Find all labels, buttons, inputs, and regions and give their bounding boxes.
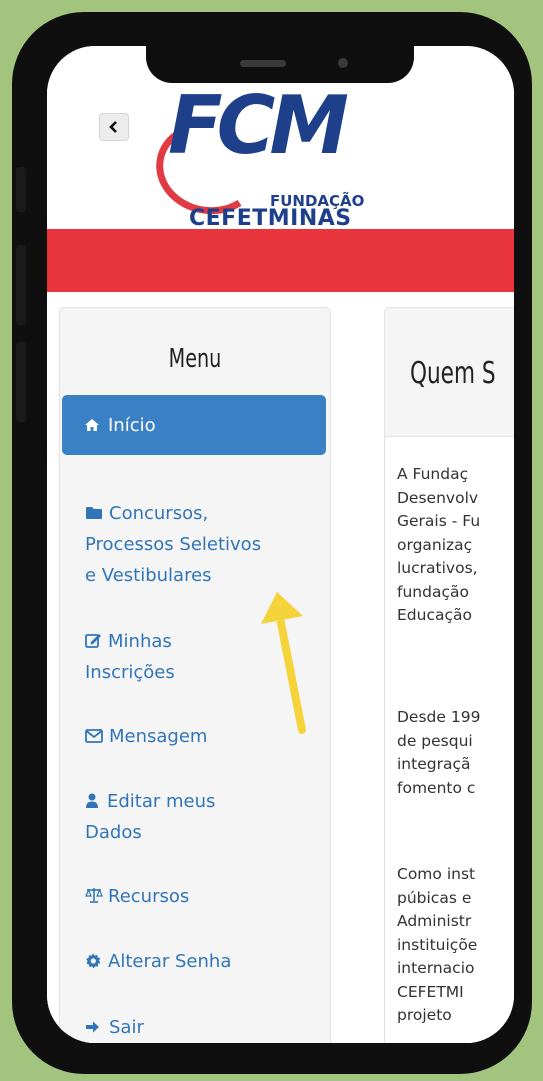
menu-item-label-line1: Concursos, <box>109 503 209 524</box>
menu-item-inicio[interactable]: Início <box>62 395 326 455</box>
menu-item-recursos[interactable]: Recursos <box>85 881 325 912</box>
menu-item-label: Início <box>108 414 156 436</box>
paragraph-2: Desde 199 de pesqui integraçã fomento c <box>397 706 514 800</box>
text-line: de pesqui <box>397 731 473 750</box>
text-line: púbicas e <box>397 888 472 907</box>
front-camera <box>338 58 348 68</box>
phone-volume-down-button <box>16 342 26 422</box>
text-line: Como inst <box>397 865 476 883</box>
menu-item-label-line2: Dados <box>85 822 142 843</box>
sign-out-icon <box>86 1021 99 1033</box>
text-line: Educação <box>397 606 472 624</box>
folder-icon <box>86 507 102 519</box>
menu-item-label-line1: Editar meus <box>107 791 216 812</box>
paragraph-1: A Fundaç Desenvolv Gerais - Fu organizaç… <box>397 463 514 628</box>
text-line: Desenvolv <box>397 488 479 507</box>
menu-item-sair[interactable]: Sair <box>85 1012 325 1043</box>
edit-icon <box>85 634 101 648</box>
text-line: fundação <box>397 582 469 601</box>
text-line: projeto <box>397 1006 452 1024</box>
gear-icon <box>86 953 101 969</box>
speaker-grille <box>240 60 286 67</box>
red-nav-bar <box>47 229 514 292</box>
menu-item-label: Mensagem <box>109 726 208 747</box>
text-line: integraçã <box>397 755 471 773</box>
user-icon <box>86 793 98 808</box>
menu-item-label: Recursos <box>108 886 190 907</box>
logo-subtitle-cefetminas: CEFETMINAS <box>189 206 352 231</box>
chevron-left-icon <box>109 121 117 133</box>
fcm-logo[interactable]: FCM FUNDAÇÃO CEFETMINAS <box>148 79 392 234</box>
page-title: Quem S <box>410 356 496 391</box>
menu-item-label-line2: Processos Seletivos <box>85 534 262 555</box>
back-button[interactable] <box>99 113 129 141</box>
text-line: CEFETMI <box>397 982 464 1001</box>
envelope-icon <box>85 729 103 743</box>
scales-icon <box>85 888 103 903</box>
main-content-header: Quem S <box>385 308 514 437</box>
yellow-arrow-annotation <box>261 592 306 734</box>
text-line: A Fundaç <box>397 465 469 483</box>
text-line: instituiçõe <box>397 935 478 954</box>
text-line: internacio <box>397 959 475 977</box>
logo-wordmark: FCM <box>168 79 349 172</box>
menu-title: Menu <box>168 344 222 374</box>
menu-item-label-line3: e Vestibulares <box>85 565 212 586</box>
menu-item-concursos[interactable]: Concursos, Processos Seletivos e Vestibu… <box>85 498 325 591</box>
home-icon <box>85 419 99 431</box>
phone-screen: FCM FUNDAÇÃO CEFETMINAS Menu Início Conc… <box>47 46 514 1043</box>
menu-item-editar-dados[interactable]: Editar meus Dados <box>85 786 325 848</box>
text-line: Gerais - Fu <box>397 512 481 530</box>
menu-item-label-line1: Minhas <box>108 631 172 652</box>
menu-item-label: Alterar Senha <box>108 951 232 972</box>
phone-mute-button <box>16 167 26 212</box>
phone-volume-up-button <box>16 245 26 325</box>
text-line: lucrativos, <box>397 559 478 577</box>
main-content-panel: Quem S A Fundaç Desenvolv Gerais - Fu or… <box>384 307 514 1043</box>
paragraph-3: Como inst púbicas e Administr instituiçõ… <box>397 863 514 1028</box>
menu-item-label-line2: Inscrições <box>85 662 175 683</box>
text-line: Desde 199 <box>397 708 481 726</box>
text-line: fomento c <box>397 778 476 797</box>
phone-notch <box>146 33 414 83</box>
menu-item-label: Sair <box>109 1017 144 1038</box>
menu-item-alterar-senha[interactable]: Alterar Senha <box>85 946 325 977</box>
text-line: Administr <box>397 912 472 930</box>
text-line: organizaç <box>397 535 473 554</box>
